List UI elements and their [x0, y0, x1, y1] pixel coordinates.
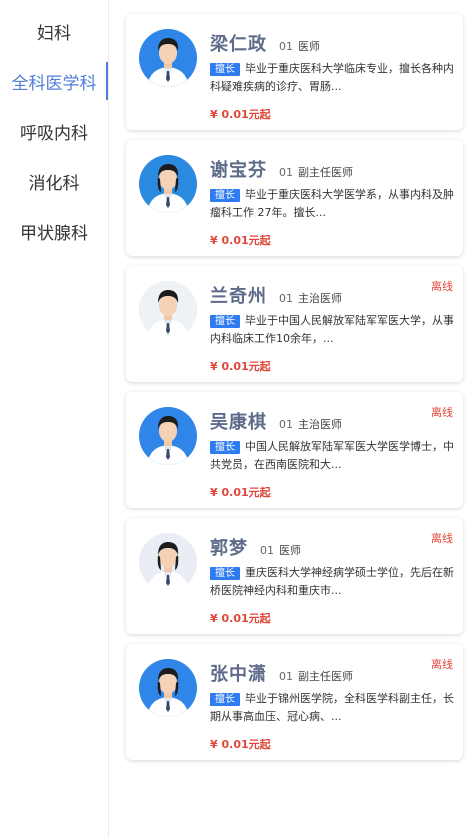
doctor-avatar: [139, 659, 197, 717]
consult-price: ¥ 0.01元起: [210, 486, 271, 499]
doctor-name-row: 谢宝芬 01 副主任医师: [210, 156, 353, 182]
doctor-description: 擅长 毕业于重庆医科大学医学系，从事内科及肿瘤科工作 27年。擅长...: [210, 186, 456, 222]
description-text: 重庆医科大学神经病学硕士学位，先后在新桥医院神经内科和重庆市...: [210, 566, 454, 597]
department-list: 妇科 全科医学科 呼吸内科 消化科 甲状腺科: [0, 0, 108, 256]
doctor-card[interactable]: 吴康棋 01 主治医师 离线 擅长 中国人民解放军陆军军医大学医学博士，中共党员，…: [126, 392, 463, 508]
doctor-number: 01: [279, 670, 293, 683]
doctor-number: 01: [279, 166, 293, 179]
consult-price: ¥ 0.01元起: [210, 612, 271, 625]
doctor-number: 01: [260, 544, 274, 557]
doctor-portrait-icon: [139, 29, 197, 87]
offline-status: 离线: [431, 658, 453, 671]
specialty-tag: 擅长: [210, 693, 240, 706]
doctor-name: 谢宝芬: [210, 160, 267, 181]
doctor-avatar: [139, 407, 197, 465]
doctor-name-row: 吴康棋 01 主治医师: [210, 408, 342, 434]
doctor-avatar: [139, 29, 197, 87]
doctor-description: 擅长 中国人民解放军陆军军医大学医学博士，中共党员，在西南医院和大...: [210, 438, 456, 474]
consult-price: ¥ 0.01元起: [210, 234, 271, 247]
doctor-list: 梁仁政 01 医师 擅长 毕业于重庆医科大学临床专业，擅长各种内科疑难疾病的诊疗、…: [126, 14, 463, 770]
doctor-name-row: 兰奇州 01 主治医师: [210, 282, 342, 308]
doctor-number: 01: [279, 40, 293, 53]
doctor-name: 郭梦: [210, 538, 248, 559]
description-text: 毕业于锦州医学院，全科医学科副主任，长期从事高血压、冠心病、...: [210, 692, 454, 723]
sidebar-divider: [108, 0, 109, 838]
offline-status: 离线: [431, 280, 453, 293]
doctor-title: 医师: [298, 40, 320, 53]
doctor-name-row: 梁仁政 01 医师: [210, 30, 320, 56]
doctor-description: 擅长 毕业于锦州医学院，全科医学科副主任，长期从事高血压、冠心病、...: [210, 690, 456, 726]
doctor-title: 医师: [279, 544, 301, 557]
doctor-title: 副主任医师: [298, 670, 353, 683]
doctor-avatar: [139, 281, 197, 339]
doctor-name: 梁仁政: [210, 34, 267, 55]
offline-status: 离线: [431, 532, 453, 545]
sidebar-item-0[interactable]: 妇科: [0, 6, 108, 56]
doctor-number: 01: [279, 418, 293, 431]
department-sidebar: 妇科 全科医学科 呼吸内科 消化科 甲状腺科: [0, 0, 108, 838]
doctor-name: 吴康棋: [210, 412, 267, 433]
description-text: 毕业于重庆医科大学医学系，从事内科及肿瘤科工作 27年。擅长...: [210, 188, 454, 219]
sidebar-item-4[interactable]: 甲状腺科: [0, 206, 108, 256]
specialty-tag: 擅长: [210, 189, 240, 202]
doctor-title: 主治医师: [298, 292, 342, 305]
description-text: 毕业于中国人民解放军陆军军医大学，从事内科临床工作10余年，...: [210, 314, 454, 345]
specialty-tag: 擅长: [210, 441, 240, 454]
doctor-portrait-icon: [139, 407, 197, 465]
doctor-portrait-icon: [139, 659, 197, 717]
doctor-portrait-icon: [139, 281, 197, 339]
description-text: 毕业于重庆医科大学临床专业，擅长各种内科疑难疾病的诊疗、胃肠...: [210, 62, 454, 93]
doctor-description: 擅长 重庆医科大学神经病学硕士学位，先后在新桥医院神经内科和重庆市...: [210, 564, 456, 600]
doctor-portrait-icon: [139, 533, 197, 591]
description-text: 中国人民解放军陆军军医大学医学博士，中共党员，在西南医院和大...: [210, 440, 454, 471]
doctor-name-row: 张中潇 01 副主任医师: [210, 660, 353, 686]
doctor-card[interactable]: 谢宝芬 01 副主任医师 擅长 毕业于重庆医科大学医学系，从事内科及肿瘤科工作 2…: [126, 140, 463, 256]
specialty-tag: 擅长: [210, 63, 240, 76]
doctor-card[interactable]: 梁仁政 01 医师 擅长 毕业于重庆医科大学临床专业，擅长各种内科疑难疾病的诊疗、…: [126, 14, 463, 130]
doctor-description: 擅长 毕业于中国人民解放军陆军军医大学，从事内科临床工作10余年，...: [210, 312, 456, 348]
doctor-card[interactable]: 兰奇州 01 主治医师 离线 擅长 毕业于中国人民解放军陆军军医大学，从事内科临床…: [126, 266, 463, 382]
doctor-name-row: 郭梦 01 医师: [210, 534, 301, 560]
doctor-number: 01: [279, 292, 293, 305]
consult-price: ¥ 0.01元起: [210, 360, 271, 373]
sidebar-item-3[interactable]: 消化科: [0, 156, 108, 206]
doctor-description: 擅长 毕业于重庆医科大学临床专业，擅长各种内科疑难疾病的诊疗、胃肠...: [210, 60, 456, 96]
doctor-title: 副主任医师: [298, 166, 353, 179]
doctor-name: 兰奇州: [210, 286, 267, 307]
doctor-card[interactable]: 郭梦 01 医师 离线 擅长 重庆医科大学神经病学硕士学位，先后在新桥医院神经内科…: [126, 518, 463, 634]
specialty-tag: 擅长: [210, 315, 240, 328]
doctor-title: 主治医师: [298, 418, 342, 431]
doctor-avatar: [139, 533, 197, 591]
doctor-avatar: [139, 155, 197, 213]
offline-status: 离线: [431, 406, 453, 419]
doctor-portrait-icon: [139, 155, 197, 213]
consult-price: ¥ 0.01元起: [210, 108, 271, 121]
doctor-card[interactable]: 张中潇 01 副主任医师 离线 擅长 毕业于锦州医学院，全科医学科副主任，长期从事…: [126, 644, 463, 760]
sidebar-item-1[interactable]: 全科医学科: [0, 56, 108, 106]
doctor-name: 张中潇: [210, 664, 267, 685]
specialty-tag: 擅长: [210, 567, 240, 580]
consult-price: ¥ 0.01元起: [210, 738, 271, 751]
sidebar-item-2[interactable]: 呼吸内科: [0, 106, 108, 156]
